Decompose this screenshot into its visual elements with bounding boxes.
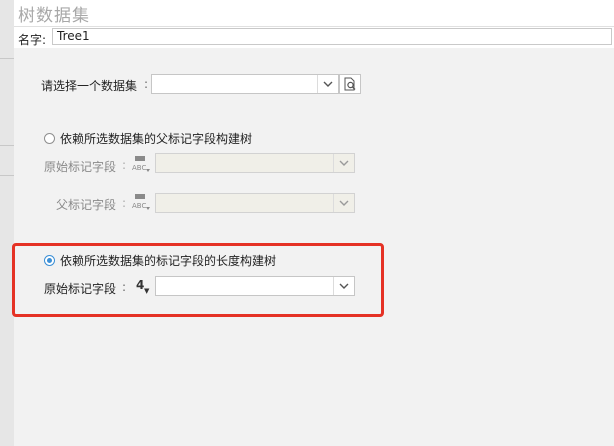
dataset-label: 请选择一个数据集 (41, 79, 138, 93)
dataset-preview-button[interactable] (339, 74, 361, 94)
dialog-title: 树数据集 (18, 6, 90, 26)
parent-option-label: 依赖所选数据集的父标记字段构建树 (60, 132, 253, 146)
abc-field-type-icon: ABC (132, 155, 150, 173)
abc-field-type-icon: ABC (132, 193, 150, 211)
svg-text:ABC: ABC (132, 164, 146, 172)
dataset-select-chevron-down-icon[interactable] (317, 75, 338, 93)
parent-field-colon: : (122, 196, 127, 210)
radio-parent-field-option[interactable] (44, 133, 55, 144)
parent-field-label: 父标记字段 (56, 198, 117, 212)
dialog-title-bar: 树数据集 (14, 0, 614, 27)
left-edge-strip (0, 0, 15, 446)
dataset-select[interactable] (151, 74, 339, 94)
svg-text:ABC: ABC (132, 202, 146, 210)
strip-divider (0, 175, 14, 176)
document-search-icon (344, 77, 356, 91)
parent-original-field-label: 原始标记字段 (44, 160, 117, 174)
parent-original-chevron-down-icon[interactable] (333, 154, 354, 172)
dataset-colon: : (144, 77, 149, 91)
parent-original-field-colon: : (122, 158, 127, 172)
name-label: 名字: (18, 33, 47, 47)
parent-field-chevron-down-icon[interactable] (333, 194, 354, 212)
name-input[interactable]: Tree1 (52, 28, 612, 45)
name-row: 名字: Tree1 (14, 27, 614, 49)
strip-divider (0, 145, 14, 146)
strip-divider (0, 58, 14, 59)
highlight-box (12, 243, 384, 317)
parent-original-field-select[interactable] (155, 153, 355, 173)
parent-field-select[interactable] (155, 193, 355, 213)
